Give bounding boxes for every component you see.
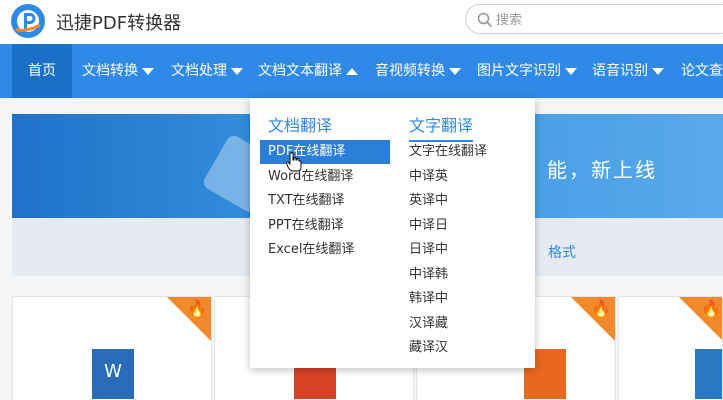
- main-nav: 首页 文档转换 文档处理 文档文本翻译 音视频转换 图片文字识别 语音识别 论文…: [0, 44, 723, 98]
- search-icon[interactable]: [477, 12, 493, 28]
- translate-dropdown: 文档翻译 PDF在线翻译 Word在线翻译 TXT在线翻译 PPT在线翻译 Ex…: [250, 98, 535, 368]
- menu-item-pdf-translate[interactable]: PDF在线翻译: [260, 140, 390, 164]
- chevron-down-icon: [231, 67, 243, 75]
- menu-item-excel-translate[interactable]: Excel在线翻译: [268, 238, 354, 262]
- tool-card[interactable]: 🔥: [618, 296, 723, 400]
- nav-item-home[interactable]: 首页: [12, 44, 72, 98]
- nav-item-label: 文档转换: [82, 63, 138, 79]
- nav-item-doc-process[interactable]: 文档处理: [171, 44, 243, 98]
- file-icon: [695, 349, 722, 399]
- nav-item-label: 首页: [28, 63, 56, 79]
- doc-translate-heading: 文档翻译: [268, 112, 333, 142]
- menu-item-word-translate[interactable]: Word在线翻译: [268, 165, 353, 189]
- menu-item-en-zh[interactable]: 英译中: [409, 189, 448, 213]
- nav-item-speech[interactable]: 语音识别: [592, 44, 664, 98]
- flame-icon: 🔥: [591, 299, 611, 318]
- menu-item-zh-en[interactable]: 中译英: [409, 165, 448, 189]
- chevron-down-icon: [565, 67, 577, 75]
- nav-item-label: 音视频转换: [375, 63, 445, 79]
- nav-item-label: 论文查: [681, 63, 723, 79]
- nav-item-label: 图片文字识别: [477, 63, 561, 79]
- menu-item-zh-tibetan[interactable]: 汉译藏: [409, 312, 448, 336]
- format-link[interactable]: 格式: [548, 242, 576, 262]
- text-translate-heading: 文字翻译: [409, 112, 474, 142]
- menu-item-ppt-translate[interactable]: PPT在线翻译: [268, 214, 344, 238]
- hand-cursor-icon: [286, 152, 302, 172]
- tool-card[interactable]: 🔥 W: [12, 296, 212, 400]
- menu-item-text-online[interactable]: 文字在线翻译: [409, 140, 487, 164]
- flame-icon: 🔥: [701, 299, 721, 318]
- search-box[interactable]: [465, 4, 723, 34]
- menu-item-zh-ja[interactable]: 中译日: [409, 214, 448, 238]
- logo-icon[interactable]: [10, 3, 46, 39]
- menu-item-ja-zh[interactable]: 日译中: [409, 238, 448, 262]
- banner-text: 能，新上线: [547, 158, 657, 182]
- menu-item-zh-ko[interactable]: 中译韩: [409, 263, 448, 287]
- chevron-down-icon: [652, 67, 664, 75]
- search-input[interactable]: [496, 10, 676, 30]
- menu-item-txt-translate[interactable]: TXT在线翻译: [268, 189, 345, 213]
- menu-item-ko-zh[interactable]: 韩译中: [409, 287, 448, 311]
- nav-item-paper-check[interactable]: 论文查: [681, 44, 723, 98]
- chevron-down-icon: [449, 67, 461, 75]
- nav-item-doc-convert[interactable]: 文档转换: [82, 44, 154, 98]
- app-header: 迅捷PDF转换器: [0, 0, 723, 44]
- chevron-up-icon: [346, 67, 358, 75]
- chevron-down-icon: [142, 67, 154, 75]
- flame-icon: 🔥: [187, 299, 207, 318]
- word-file-icon: W: [92, 349, 134, 399]
- nav-item-label: 文档处理: [171, 63, 227, 79]
- menu-item-tibetan-zh[interactable]: 藏译汉: [409, 336, 448, 360]
- nav-item-label: 文档文本翻译: [258, 63, 342, 79]
- app-title: 迅捷PDF转换器: [56, 13, 182, 34]
- nav-item-label: 语音识别: [592, 63, 648, 79]
- nav-item-doc-translate[interactable]: 文档文本翻译: [258, 44, 358, 98]
- nav-item-av-convert[interactable]: 音视频转换: [375, 44, 461, 98]
- nav-item-ocr[interactable]: 图片文字识别: [477, 44, 577, 98]
